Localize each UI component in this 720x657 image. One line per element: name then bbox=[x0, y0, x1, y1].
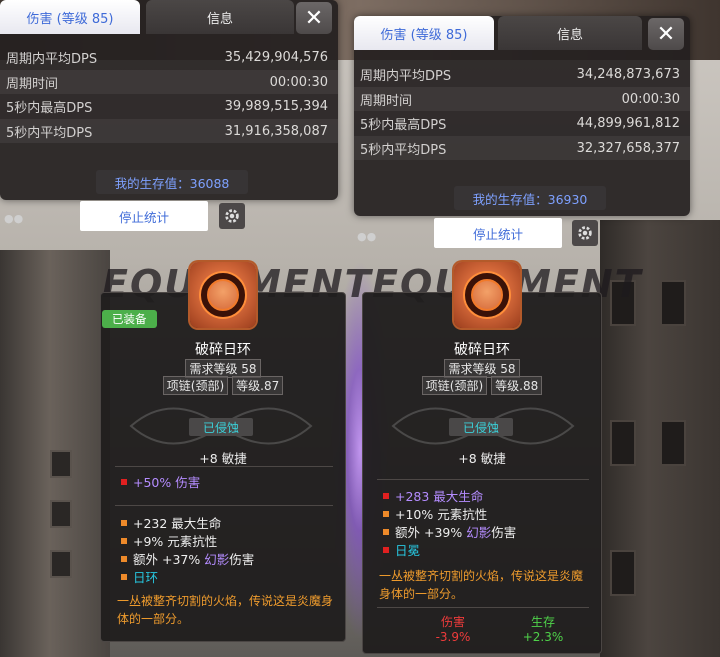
stat-label: 周期内平均DPS bbox=[360, 68, 452, 84]
close-button[interactable]: ✕ bbox=[648, 18, 684, 50]
compare-damage: 伤害 -3.9% bbox=[423, 613, 483, 644]
corrupted-tag: 已侵蚀 bbox=[449, 418, 514, 436]
stat-row: 5秒内平均DPS 31,916,358,087 bbox=[0, 119, 338, 143]
stat-row: 5秒内最高DPS 39,989,515,394 bbox=[0, 94, 338, 118]
stat-label: 周期内平均DPS bbox=[6, 51, 98, 67]
item-modifier: +283 最大生命 bbox=[383, 486, 483, 505]
item-modifier: +232 最大生命 bbox=[121, 513, 221, 532]
compare-survival: 生存 +2.3% bbox=[513, 613, 573, 644]
stat-label: 周期时间 bbox=[6, 76, 59, 92]
stat-label: 周期时间 bbox=[360, 93, 413, 109]
right-dps-stats-panel: 伤害 (等级 85) 信息 ✕ 周期内平均DPS 34,248,873,673 … bbox=[354, 16, 690, 216]
paw-icon: ●● bbox=[4, 212, 24, 225]
ring-item-icon bbox=[190, 262, 256, 328]
stat-row: 5秒内平均DPS 32,327,658,377 bbox=[354, 136, 690, 160]
compare-survival-value: +2.3% bbox=[522, 630, 564, 644]
stop-stats-button[interactable]: 停止统计 bbox=[434, 218, 562, 248]
stat-value: 35,429,904,576 bbox=[224, 49, 328, 65]
item-flavor-text: 一丛被整齐切割的火焰，传说这是炎魔身体的一部分。 bbox=[379, 569, 584, 601]
stat-row: 周期时间 00:00:30 bbox=[354, 87, 690, 111]
stat-row: 周期时间 00:00:30 bbox=[0, 70, 338, 94]
compare-damage-value: -3.9% bbox=[435, 630, 471, 644]
compare-survival-label: 生存 bbox=[530, 615, 555, 629]
item-main-stat: +8 敏捷 bbox=[199, 451, 247, 466]
item-modifier: +10% 元素抗性 bbox=[383, 504, 487, 523]
tab-damage[interactable]: 伤害 (等级 85) bbox=[354, 16, 494, 50]
gear-icon bbox=[225, 209, 239, 223]
stat-value: 00:00:30 bbox=[621, 91, 680, 107]
item-slot: 项链(颈部) bbox=[162, 376, 229, 395]
stat-value: 32,327,658,377 bbox=[576, 140, 680, 156]
stat-label: 5秒内最高DPS bbox=[360, 117, 447, 133]
stat-value: 00:00:30 bbox=[269, 74, 328, 90]
close-icon: ✕ bbox=[304, 5, 324, 31]
item-level: 等级.88 bbox=[491, 376, 543, 395]
stat-label: 5秒内平均DPS bbox=[360, 142, 447, 158]
survival-value: 我的生存值：36930 bbox=[454, 186, 606, 210]
stop-stats-button[interactable]: 停止统计 bbox=[80, 201, 208, 231]
survival-value: 我的生存值：36088 bbox=[96, 170, 248, 194]
stat-value: 44,899,961,812 bbox=[576, 115, 680, 131]
stat-row: 5秒内最高DPS 44,899,961,812 bbox=[354, 111, 690, 135]
tab-info[interactable]: 信息 bbox=[146, 0, 294, 34]
close-icon: ✕ bbox=[656, 21, 676, 47]
item-modifier: 额外 +39% 幻影伤害 bbox=[383, 522, 516, 541]
ring-item-icon bbox=[454, 262, 520, 328]
stat-value: 31,916,358,087 bbox=[224, 123, 328, 139]
tab-damage[interactable]: 伤害 (等级 85) bbox=[0, 0, 140, 34]
item-name: 破碎日环 bbox=[454, 342, 510, 358]
stat-value: 34,248,873,673 bbox=[576, 66, 680, 82]
settings-button[interactable] bbox=[572, 220, 598, 246]
stat-row: 周期内平均DPS 35,429,904,576 bbox=[0, 45, 338, 69]
item-name: 破碎日环 bbox=[195, 342, 251, 358]
stat-label: 5秒内平均DPS bbox=[6, 125, 93, 141]
settings-button[interactable] bbox=[219, 203, 245, 229]
compare-damage-label: 伤害 bbox=[440, 615, 465, 629]
item-main-stat: +8 敏捷 bbox=[458, 451, 506, 466]
item-level: 等级.87 bbox=[232, 376, 284, 395]
gear-icon bbox=[578, 226, 592, 240]
item-modifier: +9% 元素抗性 bbox=[121, 531, 217, 550]
item-slot: 项链(颈部) bbox=[421, 376, 488, 395]
item-modifier: 日环 bbox=[121, 567, 158, 586]
stat-label: 5秒内最高DPS bbox=[6, 100, 93, 116]
item-modifier: 额外 +37% 幻影伤害 bbox=[121, 549, 254, 568]
corrupted-tag: 已侵蚀 bbox=[189, 418, 254, 436]
equipped-badge: 已装备 bbox=[102, 310, 157, 328]
compared-item-tooltip: 破碎日环 需求等级 58 项链(颈部) 等级.88 已侵蚀 +8 敏捷 +283… bbox=[362, 292, 602, 654]
paw-icon: ●● bbox=[357, 230, 377, 243]
item-flavor-text: 一丛被整齐切割的火焰，传说这是炎魔身体的一部分。 bbox=[117, 594, 334, 626]
background-building-left bbox=[0, 250, 110, 657]
equipped-item-tooltip: 破碎日环 需求等级 58 项链(颈部) 等级.87 已侵蚀 +8 敏捷 +50%… bbox=[100, 292, 346, 642]
item-modifier: +50% 伤害 bbox=[121, 472, 200, 491]
tab-info[interactable]: 信息 bbox=[498, 16, 642, 50]
close-button[interactable]: ✕ bbox=[296, 2, 332, 34]
stat-value: 39,989,515,394 bbox=[224, 98, 328, 114]
left-dps-stats-panel: 伤害 (等级 85) 信息 ✕ 周期内平均DPS 35,429,904,576 … bbox=[0, 0, 338, 200]
stat-row: 周期内平均DPS 34,248,873,673 bbox=[354, 62, 690, 86]
item-modifier: 日冕 bbox=[383, 540, 420, 559]
